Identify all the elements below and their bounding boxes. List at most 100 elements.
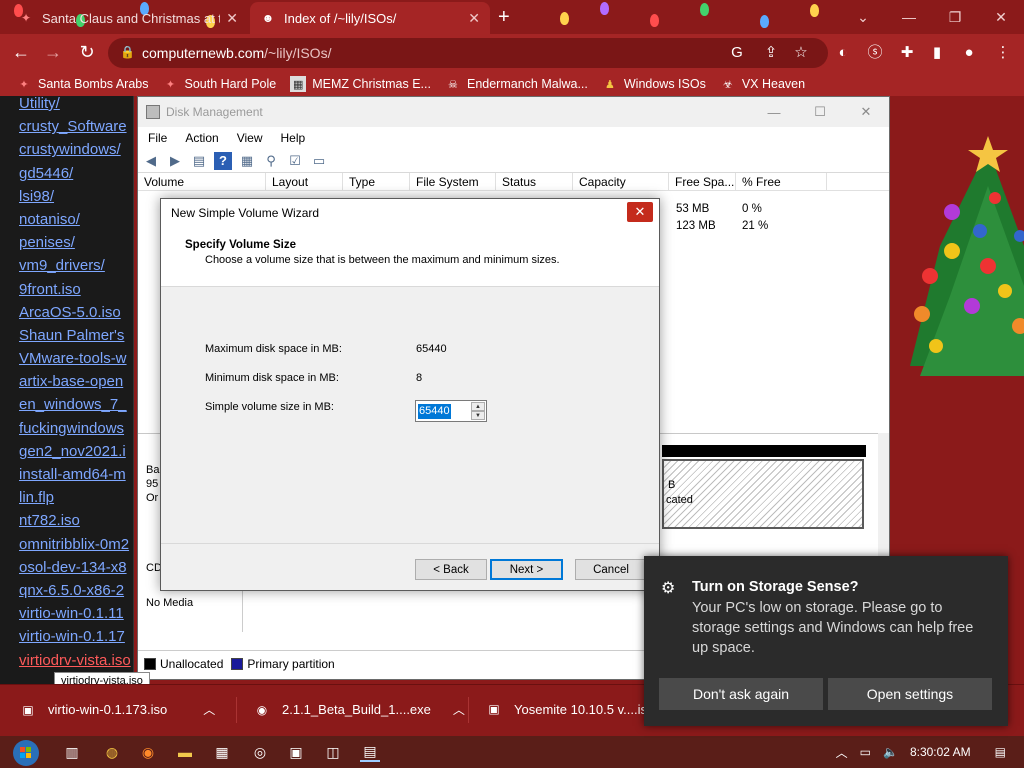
- tab-santa[interactable]: ✦ Santa Claus and Christmas at th ✕: [8, 2, 248, 34]
- column-free-space[interactable]: Free Spa...: [669, 173, 736, 190]
- reload-icon[interactable]: ↻: [76, 42, 98, 63]
- maximize-icon[interactable]: ☐: [797, 97, 843, 127]
- file-link[interactable]: virtio-win-0.1.11: [19, 602, 131, 625]
- network-icon[interactable]: ▭: [860, 745, 871, 759]
- check-icon[interactable]: ☑: [286, 152, 304, 170]
- back-icon[interactable]: ◀: [142, 152, 160, 170]
- column-type[interactable]: Type: [343, 173, 410, 190]
- bookmark-santa-bombs-arabs[interactable]: ✦ Santa Bombs Arabs: [16, 76, 148, 92]
- file-link[interactable]: qnx-6.5.0-x86-2: [19, 579, 131, 602]
- share-icon[interactable]: ⇪: [762, 44, 780, 62]
- bookmark-vx-heaven[interactable]: ☣ VX Heaven: [720, 76, 805, 92]
- volume-size-input[interactable]: 65440: [418, 404, 451, 419]
- download-item[interactable]: ▣ Yosemite 10.10.5 v....iso: [486, 701, 654, 717]
- file-link[interactable]: Shaun Palmer's: [19, 324, 131, 347]
- file-link[interactable]: gd5446/: [19, 162, 131, 185]
- close-tab-icon[interactable]: ✕: [226, 10, 238, 27]
- file-link[interactable]: 9front.iso: [19, 278, 131, 301]
- file-link[interactable]: VMware-tools-w: [19, 347, 131, 370]
- file-explorer-icon[interactable]: ▬: [175, 742, 195, 762]
- file-link[interactable]: crustywindows/: [19, 138, 131, 161]
- download-item[interactable]: ▣ virtio-win-0.1.173.iso ︿: [20, 701, 215, 718]
- open-settings-button[interactable]: Open settings: [828, 678, 992, 710]
- extensions-puzzle-icon[interactable]: ✚: [898, 44, 916, 62]
- file-link[interactable]: artix-base-open: [19, 370, 131, 393]
- file-link[interactable]: omnitribblix-0m2: [19, 533, 131, 556]
- clock[interactable]: 8:30:02 AM: [910, 745, 971, 759]
- file-link[interactable]: nt782.iso: [19, 509, 131, 532]
- extension-flag-icon[interactable]: ◐: [834, 44, 852, 62]
- back-button[interactable]: < Back: [415, 559, 487, 580]
- bookmark-south-hard-pole[interactable]: ✦ South Hard Pole: [162, 76, 276, 92]
- bookmark-memz-christmas[interactable]: ▦ MEMZ Christmas E...: [290, 76, 431, 92]
- file-link[interactable]: Utility/: [19, 96, 131, 115]
- app-icon[interactable]: ▦: [212, 742, 232, 762]
- file-link[interactable]: virtio-win-0.1.17: [19, 625, 131, 648]
- menu-action[interactable]: Action: [185, 131, 218, 145]
- google-icon[interactable]: G: [728, 44, 746, 62]
- back-arrow-icon[interactable]: ←: [10, 42, 32, 63]
- column-percent-free[interactable]: % Free: [736, 173, 827, 190]
- minimize-icon[interactable]: —: [886, 0, 932, 34]
- close-window-icon[interactable]: ✕: [843, 97, 889, 127]
- app-icon[interactable]: ◫: [323, 742, 343, 762]
- settings-panel-icon[interactable]: ▭: [310, 152, 328, 170]
- file-link[interactable]: gen2_nov2021.i: [19, 440, 131, 463]
- decrement-arrow-icon[interactable]: ▼: [471, 411, 485, 420]
- volume-icon[interactable]: 🔈: [883, 745, 898, 759]
- menu-file[interactable]: File: [148, 131, 167, 145]
- more-menu-icon[interactable]: ⋮: [994, 44, 1012, 62]
- tab-search-icon[interactable]: ⌄: [840, 0, 886, 34]
- bookmark-endermanch[interactable]: ☠ Endermanch Malwa...: [445, 76, 588, 92]
- new-tab-icon[interactable]: +: [498, 6, 510, 29]
- next-button[interactable]: Next >: [490, 559, 563, 580]
- column-file-system[interactable]: File System: [410, 173, 496, 190]
- minimize-icon[interactable]: —: [751, 97, 797, 127]
- disk-management-taskbar-icon[interactable]: ▤: [360, 742, 380, 762]
- column-capacity[interactable]: Capacity: [573, 173, 669, 190]
- file-link[interactable]: crusty_Software: [19, 115, 131, 138]
- close-tab-icon[interactable]: ✕: [468, 10, 480, 27]
- file-link[interactable]: penises/: [19, 231, 131, 254]
- chrome-icon[interactable]: ◍: [102, 742, 122, 762]
- file-link[interactable]: install-amd64-m: [19, 463, 131, 486]
- file-link[interactable]: vm9_drivers/: [19, 254, 131, 277]
- file-link[interactable]: lin.flp: [19, 486, 131, 509]
- file-link[interactable]: notaniso/: [19, 208, 131, 231]
- file-link[interactable]: ArcaOS-5.0.iso: [19, 301, 131, 324]
- unallocated-partition[interactable]: B cated: [662, 459, 864, 529]
- firefox-icon[interactable]: ◉: [138, 742, 158, 762]
- column-status[interactable]: Status: [496, 173, 573, 190]
- close-window-icon[interactable]: ✕: [978, 0, 1024, 34]
- forward-icon[interactable]: ▶: [166, 152, 184, 170]
- column-layout[interactable]: Layout: [266, 173, 343, 190]
- chevron-up-icon[interactable]: ︿: [203, 701, 215, 718]
- start-button[interactable]: [8, 738, 44, 768]
- download-item[interactable]: ◉ 2.1.1_Beta_Build_1....exe ︿: [254, 701, 465, 718]
- menu-view[interactable]: View: [237, 131, 263, 145]
- app-icon[interactable]: ▣: [286, 742, 306, 762]
- bookmark-star-icon[interactable]: ☆: [792, 44, 810, 62]
- profile-avatar-icon[interactable]: ●: [960, 44, 978, 62]
- chevron-up-icon[interactable]: ︿: [453, 701, 465, 718]
- column-volume[interactable]: Volume: [138, 173, 266, 190]
- side-panel-icon[interactable]: ▮: [928, 44, 946, 62]
- menu-help[interactable]: Help: [281, 131, 306, 145]
- volume-size-stepper[interactable]: 65440 ▲ ▼: [415, 400, 487, 422]
- increment-arrow-icon[interactable]: ▲: [471, 402, 485, 411]
- file-link[interactable]: fuckingwindows: [19, 417, 131, 440]
- dont-ask-again-button[interactable]: Don't ask again: [659, 678, 823, 710]
- forward-arrow-icon[interactable]: →: [42, 42, 64, 63]
- file-link[interactable]: lsi98/: [19, 185, 131, 208]
- file-link[interactable]: virtiodrv-vista.iso: [19, 649, 131, 672]
- close-icon[interactable]: ✕: [627, 202, 653, 222]
- task-view-icon[interactable]: ▥: [62, 742, 82, 762]
- notification-center-icon[interactable]: ▤: [995, 745, 1006, 759]
- list-view-icon[interactable]: ▤: [190, 152, 208, 170]
- help-icon[interactable]: ?: [214, 151, 232, 170]
- connect-icon[interactable]: ⚲: [262, 152, 280, 170]
- chevron-up-icon[interactable]: ︿: [836, 744, 848, 761]
- restore-icon[interactable]: ❐: [932, 0, 978, 34]
- app-icon[interactable]: ◎: [250, 742, 270, 762]
- properties-icon[interactable]: ▦: [238, 152, 256, 170]
